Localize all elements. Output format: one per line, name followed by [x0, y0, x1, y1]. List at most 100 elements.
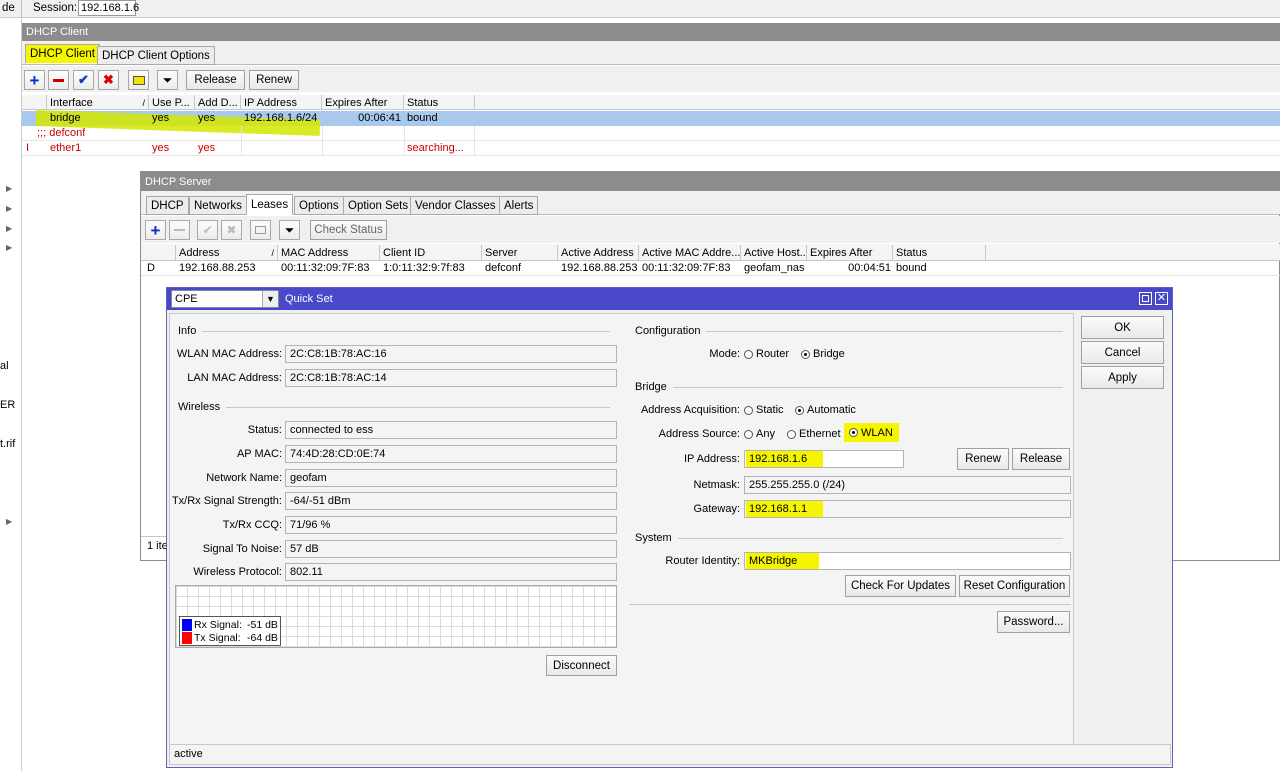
column-status[interactable]: Status	[893, 245, 986, 260]
tab-networks[interactable]: Networks	[189, 196, 247, 215]
column-expires-after[interactable]: Expires After	[807, 245, 893, 260]
column-divider	[241, 126, 242, 156]
snr-field[interactable]: 57 dB	[285, 540, 617, 558]
column-use-peer[interactable]: Use P...	[149, 95, 195, 110]
mode-router-radio[interactable]: Router	[744, 348, 789, 360]
wireless-status-field[interactable]: connected to ess	[285, 421, 617, 439]
tab-alerts[interactable]: Alerts	[499, 196, 539, 215]
source-ethernet-radio[interactable]: Ethernet	[787, 428, 841, 440]
dhcp-client-titlebar[interactable]: DHCP Client	[22, 23, 1280, 41]
apply-button[interactable]: Apply	[1081, 366, 1164, 389]
check-status-button[interactable]: Check Status	[310, 220, 387, 240]
column-active-address[interactable]: Active Address	[558, 245, 639, 260]
column-mac-address[interactable]: MAC Address	[278, 245, 380, 260]
dhcp-server-titlebar[interactable]: DHCP Server	[141, 172, 1280, 191]
tab-option-sets[interactable]: Option Sets	[343, 196, 414, 215]
column-ip-address[interactable]: IP Address	[241, 95, 322, 110]
column-flag[interactable]	[22, 95, 47, 110]
comment-button[interactable]	[250, 220, 271, 240]
session-field[interactable]: 192.168.1.6	[78, 0, 139, 16]
remove-button[interactable]	[48, 70, 69, 90]
acq-static-radio[interactable]: Static	[744, 404, 784, 416]
table-row[interactable]: I ether1 yes yes searching...	[22, 141, 1280, 156]
enable-button[interactable]: ✔	[73, 70, 94, 90]
ip-address-input[interactable]: 192.168.1.6	[744, 450, 904, 468]
table-row-comment[interactable]: ;;; defconf	[22, 126, 1280, 141]
enable-button[interactable]: ✔	[197, 220, 218, 240]
tab-dhcp-client[interactable]: DHCP Client	[25, 44, 100, 64]
cell-status: bound	[896, 262, 927, 274]
tab-dhcp-client-options[interactable]: DHCP Client Options	[97, 46, 215, 65]
column-expires-after[interactable]: Expires After	[322, 95, 404, 110]
signal-strength-field[interactable]: -64/-51 dBm	[285, 492, 617, 510]
sidebar-arrow-icon[interactable]: ▶	[6, 224, 12, 233]
mode-bridge-radio[interactable]: Bridge	[801, 348, 845, 360]
cell-active-address: 192.168.88.253	[561, 262, 638, 274]
group-label: Wireless	[178, 401, 221, 413]
gateway-field[interactable]: 192.168.1.1	[744, 500, 1071, 518]
gateway-label: Gateway:	[693, 503, 740, 515]
column-active-host[interactable]: Active Host...	[741, 245, 807, 260]
maximize-icon[interactable]	[1139, 292, 1152, 305]
column-interface[interactable]: Interface /	[47, 95, 149, 110]
filter-button[interactable]: ⏷	[157, 70, 178, 90]
renew-button[interactable]: Renew	[957, 448, 1009, 470]
password-button[interactable]: Password...	[997, 611, 1070, 633]
tab-options[interactable]: Options	[294, 196, 344, 215]
address-acquisition-label: Address Acquisition:	[640, 404, 740, 416]
close-icon[interactable]: ✕	[1155, 292, 1168, 305]
reset-configuration-button[interactable]: Reset Configuration	[959, 575, 1070, 597]
router-identity-input[interactable]: MKBridge	[744, 552, 1071, 570]
radio-label: Automatic	[807, 404, 856, 416]
lan-mac-field[interactable]: 2C:C8:1B:78:AC:14	[285, 369, 617, 387]
wlan-mac-field[interactable]: 2C:C8:1B:78:AC:16	[285, 345, 617, 363]
sidebar-arrow-icon[interactable]: ▶	[6, 204, 12, 213]
ap-mac-field[interactable]: 74:4D:28:CD:0E:74	[285, 445, 617, 463]
minus-icon	[174, 229, 185, 231]
column-status[interactable]: Status	[404, 95, 475, 110]
menu-cut-label[interactable]: de	[2, 2, 15, 14]
sidebar-label[interactable]: al	[0, 360, 9, 372]
remove-button[interactable]	[169, 220, 190, 240]
column-divider	[404, 126, 405, 156]
cancel-button[interactable]: Cancel	[1081, 341, 1164, 364]
release-button[interactable]: Release	[186, 70, 245, 90]
check-for-updates-button[interactable]: Check For Updates	[845, 575, 956, 597]
column-active-mac[interactable]: Active MAC Addre...	[639, 245, 741, 260]
sidebar-arrow-icon[interactable]: ▶	[6, 243, 12, 252]
column-address[interactable]: Address /	[176, 245, 278, 260]
column-server[interactable]: Server	[482, 245, 558, 260]
column-add-default[interactable]: Add D...	[195, 95, 241, 110]
comment-button[interactable]	[128, 70, 149, 90]
disconnect-button[interactable]: Disconnect	[546, 655, 617, 676]
status-bar	[169, 744, 1171, 765]
filter-button[interactable]: ⏷	[279, 220, 300, 240]
acq-automatic-radio[interactable]: Automatic	[795, 404, 856, 416]
table-row[interactable]: D 192.168.88.253 00:11:32:09:7F:83 1:0:1…	[141, 261, 1280, 276]
ccq-field[interactable]: 71/96 %	[285, 516, 617, 534]
column-client-id[interactable]: Client ID	[380, 245, 482, 260]
table-row[interactable]: bridge yes yes 192.168.1.6/24 00:06:41 b…	[22, 110, 1280, 136]
add-button[interactable]: +	[24, 70, 45, 90]
sidebar-label[interactable]: t.rif	[0, 438, 15, 450]
tab-dhcp[interactable]: DHCP	[146, 196, 189, 215]
cell-use-peer: yes	[152, 112, 170, 124]
tab-leases[interactable]: Leases	[246, 194, 294, 215]
disable-button[interactable]: ✖	[221, 220, 242, 240]
ok-button[interactable]: OK	[1081, 316, 1164, 339]
sidebar-arrow-icon[interactable]: ▶	[6, 184, 12, 193]
add-button[interactable]: +	[145, 220, 166, 240]
disable-button[interactable]: ✖	[98, 70, 119, 90]
sidebar-label[interactable]: ER	[0, 399, 15, 411]
source-wlan-radio[interactable]: WLAN	[844, 423, 899, 442]
column-flag[interactable]	[141, 245, 176, 260]
mode-select[interactable]: CPE ▼	[171, 290, 279, 308]
release-button[interactable]: Release	[1012, 448, 1070, 470]
source-any-radio[interactable]: Any	[744, 428, 775, 440]
tab-vendor-classes[interactable]: Vendor Classes	[410, 196, 501, 215]
netmask-field[interactable]: 255.255.255.0 (/24)	[744, 476, 1071, 494]
renew-button[interactable]: Renew	[249, 70, 299, 90]
network-name-field[interactable]: geofam	[285, 469, 617, 487]
sidebar-arrow-icon[interactable]: ▶	[6, 517, 12, 526]
wireless-protocol-field[interactable]: 802.11	[285, 563, 617, 581]
